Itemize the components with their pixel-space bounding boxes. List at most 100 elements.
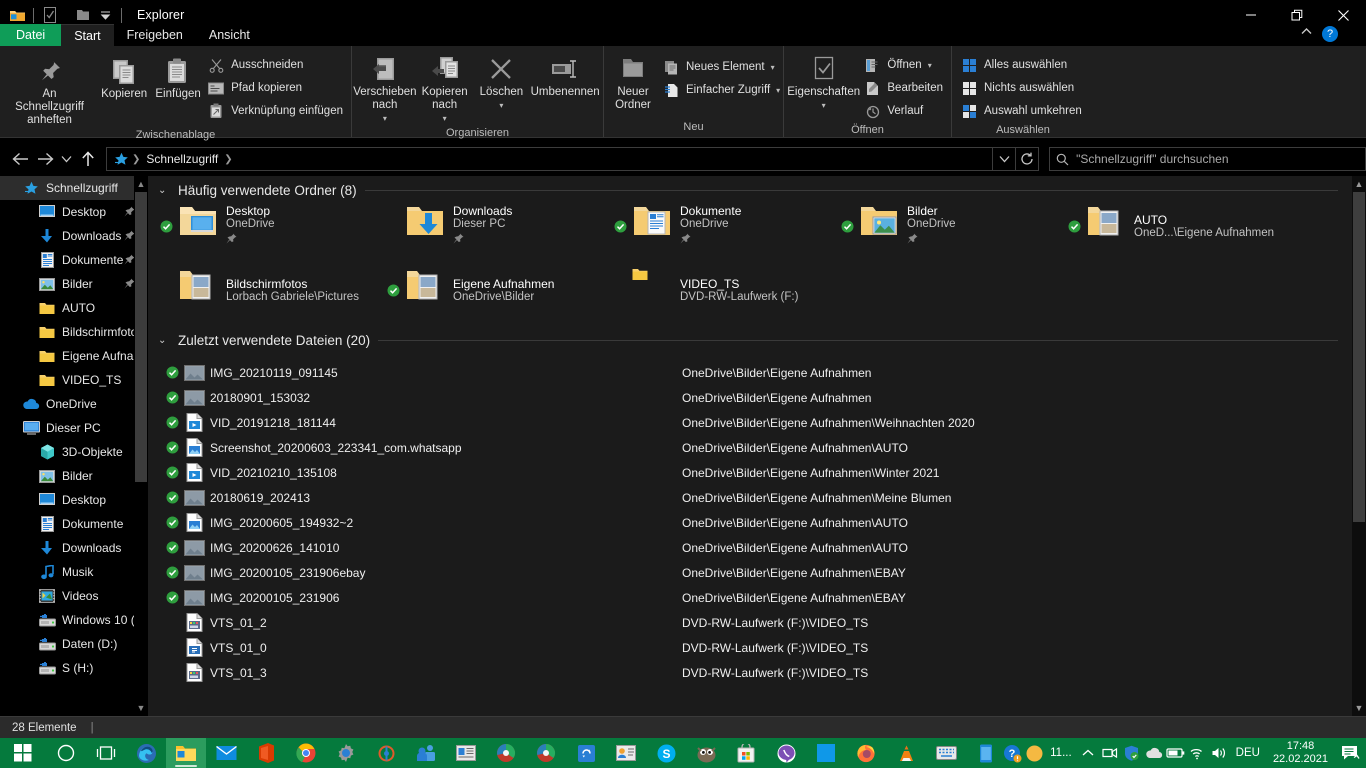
nav-scroll-down-icon[interactable]: ▼ xyxy=(134,700,148,716)
sidebar-item-auto[interactable]: AUTO xyxy=(0,296,148,320)
cut-button[interactable]: Ausschneiden xyxy=(205,54,349,76)
microsoft-store-icon[interactable] xyxy=(726,738,766,768)
chevron-down-icon-2[interactable]: ⌄ xyxy=(158,335,170,346)
file-explorer-icon[interactable] xyxy=(166,738,206,768)
clock[interactable]: 17:48 22.02.2021 xyxy=(1265,740,1336,766)
sidebar-item-3d-objekte[interactable]: 3D-Objekte xyxy=(0,440,148,464)
sync-tool-icon[interactable] xyxy=(366,738,406,768)
windows-security-icon[interactable] xyxy=(1121,738,1143,768)
collapse-ribbon-icon[interactable] xyxy=(1301,26,1312,38)
select-none-button[interactable]: Nichts auswählen xyxy=(958,77,1088,99)
properties-button[interactable]: Eigenschaften ▾ xyxy=(786,50,861,112)
settings-gear-icon[interactable] xyxy=(326,738,366,768)
recent-files-section-header[interactable]: ⌄ Zuletzt verwendete Dateien (20) xyxy=(148,326,1352,354)
search-box[interactable] xyxy=(1049,147,1366,171)
gimp-icon[interactable] xyxy=(686,738,726,768)
show-hidden-icons-icon[interactable] xyxy=(1077,738,1099,768)
folder-tile[interactable]: Bilder OneDrive xyxy=(839,204,1066,248)
sidebar-item-musik[interactable]: Musik xyxy=(0,560,148,584)
history-button[interactable]: Verlauf xyxy=(861,100,949,122)
select-all-button[interactable]: Alles auswählen xyxy=(958,54,1088,76)
file-row[interactable]: IMG_20200605_194932~2 OneDrive\Bilder\Eig… xyxy=(148,510,1352,535)
nav-scroll-up-icon[interactable]: ▲ xyxy=(134,176,148,192)
rename-button[interactable]: Umbenennen xyxy=(529,50,601,99)
copy-path-button[interactable]: Pfad kopieren xyxy=(205,77,349,99)
breadcrumb-bar[interactable]: ❯ Schnellzugriff ❯ xyxy=(106,147,994,171)
sidebar-item-onedrive[interactable]: OneDrive xyxy=(0,392,148,416)
open-caret-icon[interactable]: ▾ xyxy=(928,61,932,70)
pin-icon[interactable] xyxy=(453,231,512,249)
folder-tile[interactable]: Desktop OneDrive xyxy=(158,204,385,248)
sidebar-item-desktop[interactable]: Desktop xyxy=(0,200,148,224)
chrome-icon[interactable] xyxy=(286,738,326,768)
breadcrumb-item-schnellzugriff[interactable]: Schnellzugriff xyxy=(141,152,223,166)
skype-icon[interactable]: S xyxy=(646,738,686,768)
back-button[interactable] xyxy=(8,146,33,172)
sidebar-item-windows-10-c[interactable]: Windows 10 (C:) xyxy=(0,608,148,632)
scroll-thumb[interactable] xyxy=(1353,192,1365,522)
battery-icon[interactable] xyxy=(1165,738,1187,768)
help-button[interactable]: ? xyxy=(1322,26,1338,42)
orange-circle-icon[interactable] xyxy=(1023,738,1045,768)
properties-caret-icon[interactable]: ▾ xyxy=(822,99,826,112)
vlc-icon[interactable] xyxy=(886,738,926,768)
easy-access-caret-icon[interactable]: ▾ xyxy=(776,86,780,95)
camera-icon[interactable] xyxy=(1099,738,1121,768)
blue-app-icon[interactable] xyxy=(806,738,846,768)
file-row[interactable]: IMG_20200105_231906ebay OneDrive\Bilder\E… xyxy=(148,560,1352,585)
help-notification-icon[interactable]: ? xyxy=(1001,738,1023,768)
file-row[interactable]: 20180901_153032 OneDrive\Bilder\Eigene Au… xyxy=(148,385,1352,410)
tab-start[interactable]: Start xyxy=(61,24,114,46)
office-icon[interactable] xyxy=(246,738,286,768)
nav-scroll-thumb[interactable] xyxy=(135,192,147,482)
folder-tile[interactable]: AUTO OneD...\Eigene Aufnahmen xyxy=(1066,204,1293,248)
delete-caret-icon[interactable]: ▾ xyxy=(499,99,503,112)
pin-icon[interactable] xyxy=(907,231,956,249)
tab-ansicht[interactable]: Ansicht xyxy=(196,24,263,46)
sidebar-item-dieser-pc[interactable]: Dieser PC xyxy=(0,416,148,440)
chevron-down-icon[interactable]: ⌄ xyxy=(158,185,170,196)
teams-icon[interactable] xyxy=(406,738,446,768)
paint3d-icon[interactable] xyxy=(486,738,526,768)
sidebar-item-bilder[interactable]: Bilder xyxy=(0,272,148,296)
pin-icon[interactable] xyxy=(226,231,275,249)
sidebar-item-daten-d[interactable]: Daten (D:) xyxy=(0,632,148,656)
sidebar-item-downloads[interactable]: Downloads xyxy=(0,224,148,248)
firefox-icon[interactable] xyxy=(846,738,886,768)
windows-start-icon[interactable] xyxy=(0,738,46,768)
invert-selection-button[interactable]: Auswahl umkehren xyxy=(958,100,1088,122)
task-view-icon[interactable] xyxy=(86,738,126,768)
paste-button[interactable]: Einfügen xyxy=(151,52,205,101)
file-row[interactable]: IMG_20200626_141010 OneDrive\Bilder\Eigen… xyxy=(148,535,1352,560)
breadcrumb-separator-2[interactable]: ❯ xyxy=(223,154,233,165)
forward-button[interactable] xyxy=(33,146,58,172)
paste-shortcut-button[interactable]: Verknüpfung einfügen xyxy=(205,100,349,122)
mail-icon[interactable] xyxy=(206,738,246,768)
content-scrollbar[interactable]: ▲ ▼ xyxy=(1352,176,1366,716)
sidebar-item-s-h[interactable]: S (H:) xyxy=(0,656,148,680)
pin-to-quick-access-button[interactable]: An Schnellzugriff anheften xyxy=(2,52,97,127)
sidebar-item-downloads[interactable]: Downloads xyxy=(0,536,148,560)
delete-button[interactable]: Löschen ▾ xyxy=(474,50,530,112)
open-button[interactable]: Öffnen ▾ xyxy=(861,54,949,76)
file-row[interactable]: VTS_01_0 DVD-RW-Laufwerk (F:)\VIDEO_TS xyxy=(148,635,1352,660)
edge-icon[interactable] xyxy=(126,738,166,768)
address-dropdown-button[interactable] xyxy=(993,147,1017,171)
sidebar-item-eigene-aufnahme[interactable]: Eigene Aufnahme xyxy=(0,344,148,368)
new-item-button[interactable]: Neues Element ▾ xyxy=(660,56,786,78)
move-to-button[interactable]: Verschieben nach ▾ xyxy=(353,50,417,125)
sidebar-item-schnellzugriff[interactable]: Schnellzugriff xyxy=(0,176,148,200)
properties-icon[interactable] xyxy=(39,4,61,26)
tab-datei[interactable]: Datei xyxy=(0,24,62,46)
viber-icon[interactable] xyxy=(766,738,806,768)
file-row[interactable]: VID_20191218_181144 OneDrive\Bilder\Eigen… xyxy=(148,410,1352,435)
refresh-button[interactable] xyxy=(1016,147,1040,171)
new-item-caret-icon[interactable]: ▾ xyxy=(771,63,775,72)
pin-icon[interactable] xyxy=(680,231,741,249)
onedrive-cloud-icon[interactable] xyxy=(1143,738,1165,768)
keyboard-icon[interactable] xyxy=(926,738,966,768)
file-row[interactable]: IMG_20210119_091145 OneDrive\Bilder\Eigen… xyxy=(148,360,1352,385)
copy-to-caret-icon[interactable]: ▾ xyxy=(443,112,447,125)
up-button[interactable] xyxy=(75,146,100,172)
copy-to-button[interactable]: Kopieren nach ▾ xyxy=(416,50,474,125)
